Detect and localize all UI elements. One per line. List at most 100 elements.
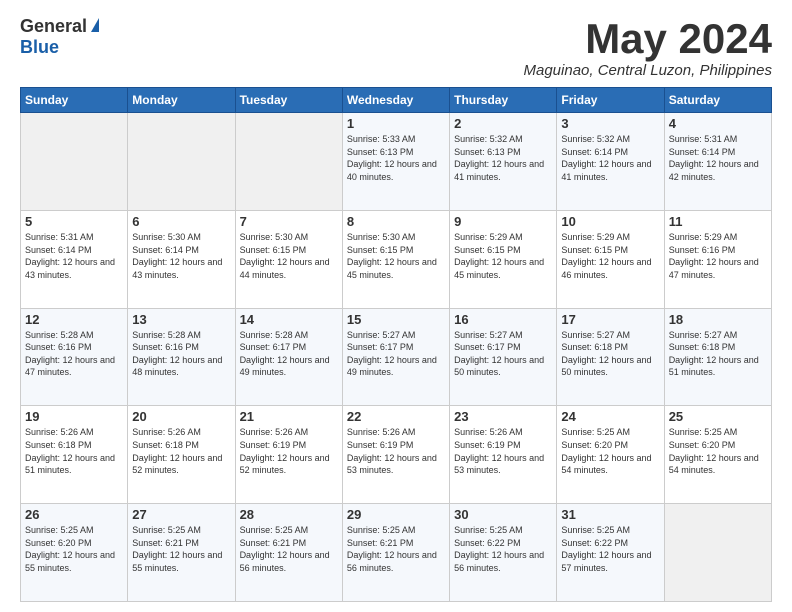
day-info-2: Sunrise: 5:32 AM Sunset: 6:13 PM Dayligh…: [454, 133, 552, 183]
day-number-21: 21: [240, 409, 338, 424]
calendar-cell-w3-d0: 19Sunrise: 5:26 AM Sunset: 6:18 PM Dayli…: [21, 406, 128, 504]
day-number-5: 5: [25, 214, 123, 229]
calendar-cell-w4-d0: 26Sunrise: 5:25 AM Sunset: 6:20 PM Dayli…: [21, 504, 128, 602]
day-number-4: 4: [669, 116, 767, 131]
calendar-cell-w1-d4: 9 Sunrise: 5:29 AM Sunset: 6:15 PM Daylig…: [450, 210, 557, 308]
calendar-cell-w3-d6: 25Sunrise: 5:25 AM Sunset: 6:20 PM Dayli…: [664, 406, 771, 504]
day-info-24: Sunrise: 5:25 AM Sunset: 6:20 PM Dayligh…: [561, 426, 659, 476]
header-friday: Friday: [557, 88, 664, 113]
week-row-0: 1Sunrise: 5:33 AM Sunset: 6:13 PM Daylig…: [21, 113, 772, 211]
day-number-12: 12: [25, 312, 123, 327]
day-number-28: 28: [240, 507, 338, 522]
day-info-6: Sunrise: 5:30 AM Sunset: 6:14 PM Dayligh…: [132, 231, 230, 281]
logo-blue: Blue: [20, 37, 59, 58]
day-info-11: Sunrise: 5:29 AM Sunset: 6:16 PM Dayligh…: [669, 231, 767, 281]
day-info-1: Sunrise: 5:33 AM Sunset: 6:13 PM Dayligh…: [347, 133, 445, 183]
calendar-cell-w0-d5: 3Sunrise: 5:32 AM Sunset: 6:14 PM Daylig…: [557, 113, 664, 211]
day-info-22: Sunrise: 5:26 AM Sunset: 6:19 PM Dayligh…: [347, 426, 445, 476]
day-info-16: Sunrise: 5:27 AM Sunset: 6:17 PM Dayligh…: [454, 329, 552, 379]
calendar-cell-w2-d3: 15 Sunrise: 5:27 AM Sunset: 6:17 PM Dayli…: [342, 308, 449, 406]
day-info-28: Sunrise: 5:25 AM Sunset: 6:21 PM Dayligh…: [240, 524, 338, 574]
day-number-30: 30: [454, 507, 552, 522]
day-info-31: Sunrise: 5:25 AM Sunset: 6:22 PM Dayligh…: [561, 524, 659, 574]
calendar-cell-w2-d4: 16 Sunrise: 5:27 AM Sunset: 6:17 PM Dayli…: [450, 308, 557, 406]
day-info-17: Sunrise: 5:27 AM Sunset: 6:18 PM Dayligh…: [561, 329, 659, 379]
calendar-cell-w4-d4: 30 Sunrise: 5:25 AM Sunset: 6:22 PM Dayli…: [450, 504, 557, 602]
calendar-cell-w3-d2: 21Sunrise: 5:26 AM Sunset: 6:19 PM Dayli…: [235, 406, 342, 504]
day-number-26: 26: [25, 507, 123, 522]
calendar-cell-w2-d6: 18Sunrise: 5:27 AM Sunset: 6:18 PM Dayli…: [664, 308, 771, 406]
month-title: May 2024: [524, 16, 773, 62]
day-number-13: 13: [132, 312, 230, 327]
day-number-31: 31: [561, 507, 659, 522]
day-number-7: 7: [240, 214, 338, 229]
logo-general: General: [20, 16, 87, 37]
day-number-14: 14: [240, 312, 338, 327]
calendar-cell-w0-d4: 2 Sunrise: 5:32 AM Sunset: 6:13 PM Daylig…: [450, 113, 557, 211]
day-number-24: 24: [561, 409, 659, 424]
day-info-12: Sunrise: 5:28 AM Sunset: 6:16 PM Dayligh…: [25, 329, 123, 379]
day-number-20: 20: [132, 409, 230, 424]
logo-triangle-icon: [91, 18, 99, 32]
day-number-23: 23: [454, 409, 552, 424]
day-info-19: Sunrise: 5:26 AM Sunset: 6:18 PM Dayligh…: [25, 426, 123, 476]
calendar-cell-w1-d1: 6 Sunrise: 5:30 AM Sunset: 6:14 PM Daylig…: [128, 210, 235, 308]
location: Maguinao, Central Luzon, Philippines: [524, 62, 773, 79]
day-number-22: 22: [347, 409, 445, 424]
logo: General Blue: [20, 16, 99, 58]
day-info-29: Sunrise: 5:25 AM Sunset: 6:21 PM Dayligh…: [347, 524, 445, 574]
calendar-cell-w3-d5: 24 Sunrise: 5:25 AM Sunset: 6:20 PM Dayli…: [557, 406, 664, 504]
week-row-1: 5Sunrise: 5:31 AM Sunset: 6:14 PM Daylig…: [21, 210, 772, 308]
day-info-7: Sunrise: 5:30 AM Sunset: 6:15 PM Dayligh…: [240, 231, 338, 281]
week-row-3: 19Sunrise: 5:26 AM Sunset: 6:18 PM Dayli…: [21, 406, 772, 504]
week-row-4: 26Sunrise: 5:25 AM Sunset: 6:20 PM Dayli…: [21, 504, 772, 602]
week-row-2: 12 Sunrise: 5:28 AM Sunset: 6:16 PM Dayli…: [21, 308, 772, 406]
calendar-cell-w4-d1: 27Sunrise: 5:25 AM Sunset: 6:21 PM Dayli…: [128, 504, 235, 602]
calendar-cell-w3-d1: 20 Sunrise: 5:26 AM Sunset: 6:18 PM Dayli…: [128, 406, 235, 504]
calendar-cell-w1-d6: 11 Sunrise: 5:29 AM Sunset: 6:16 PM Dayli…: [664, 210, 771, 308]
day-number-2: 2: [454, 116, 552, 131]
calendar-cell-w0-d6: 4 Sunrise: 5:31 AM Sunset: 6:14 PM Daylig…: [664, 113, 771, 211]
day-info-13: Sunrise: 5:28 AM Sunset: 6:16 PM Dayligh…: [132, 329, 230, 379]
day-info-15: Sunrise: 5:27 AM Sunset: 6:17 PM Dayligh…: [347, 329, 445, 379]
day-number-9: 9: [454, 214, 552, 229]
calendar-cell-w3-d4: 23Sunrise: 5:26 AM Sunset: 6:19 PM Dayli…: [450, 406, 557, 504]
calendar-cell-w0-d2: [235, 113, 342, 211]
day-info-9: Sunrise: 5:29 AM Sunset: 6:15 PM Dayligh…: [454, 231, 552, 281]
calendar-cell-w4-d3: 29Sunrise: 5:25 AM Sunset: 6:21 PM Dayli…: [342, 504, 449, 602]
day-number-6: 6: [132, 214, 230, 229]
header-wednesday: Wednesday: [342, 88, 449, 113]
day-info-30: Sunrise: 5:25 AM Sunset: 6:22 PM Dayligh…: [454, 524, 552, 574]
day-number-10: 10: [561, 214, 659, 229]
day-number-8: 8: [347, 214, 445, 229]
header: General Blue May 2024 Maguinao, Central …: [20, 16, 772, 79]
calendar-cell-w1-d5: 10 Sunrise: 5:29 AM Sunset: 6:15 PM Dayli…: [557, 210, 664, 308]
day-info-10: Sunrise: 5:29 AM Sunset: 6:15 PM Dayligh…: [561, 231, 659, 281]
calendar-cell-w0-d0: [21, 113, 128, 211]
page: General Blue May 2024 Maguinao, Central …: [0, 0, 792, 612]
day-info-4: Sunrise: 5:31 AM Sunset: 6:14 PM Dayligh…: [669, 133, 767, 183]
calendar-cell-w1-d2: 7 Sunrise: 5:30 AM Sunset: 6:15 PM Daylig…: [235, 210, 342, 308]
day-number-17: 17: [561, 312, 659, 327]
day-number-25: 25: [669, 409, 767, 424]
calendar-cell-w4-d5: 31 Sunrise: 5:25 AM Sunset: 6:22 PM Dayli…: [557, 504, 664, 602]
day-number-15: 15: [347, 312, 445, 327]
calendar-table: Sunday Monday Tuesday Wednesday Thursday…: [20, 87, 772, 602]
title-area: May 2024 Maguinao, Central Luzon, Philip…: [524, 16, 773, 79]
calendar-cell-w2-d5: 17 Sunrise: 5:27 AM Sunset: 6:18 PM Dayli…: [557, 308, 664, 406]
header-sunday: Sunday: [21, 88, 128, 113]
calendar-cell-w1-d0: 5Sunrise: 5:31 AM Sunset: 6:14 PM Daylig…: [21, 210, 128, 308]
day-number-16: 16: [454, 312, 552, 327]
day-info-20: Sunrise: 5:26 AM Sunset: 6:18 PM Dayligh…: [132, 426, 230, 476]
day-number-18: 18: [669, 312, 767, 327]
day-number-11: 11: [669, 214, 767, 229]
calendar-cell-w0-d1: [128, 113, 235, 211]
calendar-cell-w4-d6: [664, 504, 771, 602]
day-info-3: Sunrise: 5:32 AM Sunset: 6:14 PM Dayligh…: [561, 133, 659, 183]
calendar-cell-w2-d2: 14Sunrise: 5:28 AM Sunset: 6:17 PM Dayli…: [235, 308, 342, 406]
day-number-27: 27: [132, 507, 230, 522]
calendar-cell-w2-d1: 13 Sunrise: 5:28 AM Sunset: 6:16 PM Dayli…: [128, 308, 235, 406]
calendar-cell-w0-d3: 1Sunrise: 5:33 AM Sunset: 6:13 PM Daylig…: [342, 113, 449, 211]
calendar-cell-w2-d0: 12 Sunrise: 5:28 AM Sunset: 6:16 PM Dayli…: [21, 308, 128, 406]
header-monday: Monday: [128, 88, 235, 113]
